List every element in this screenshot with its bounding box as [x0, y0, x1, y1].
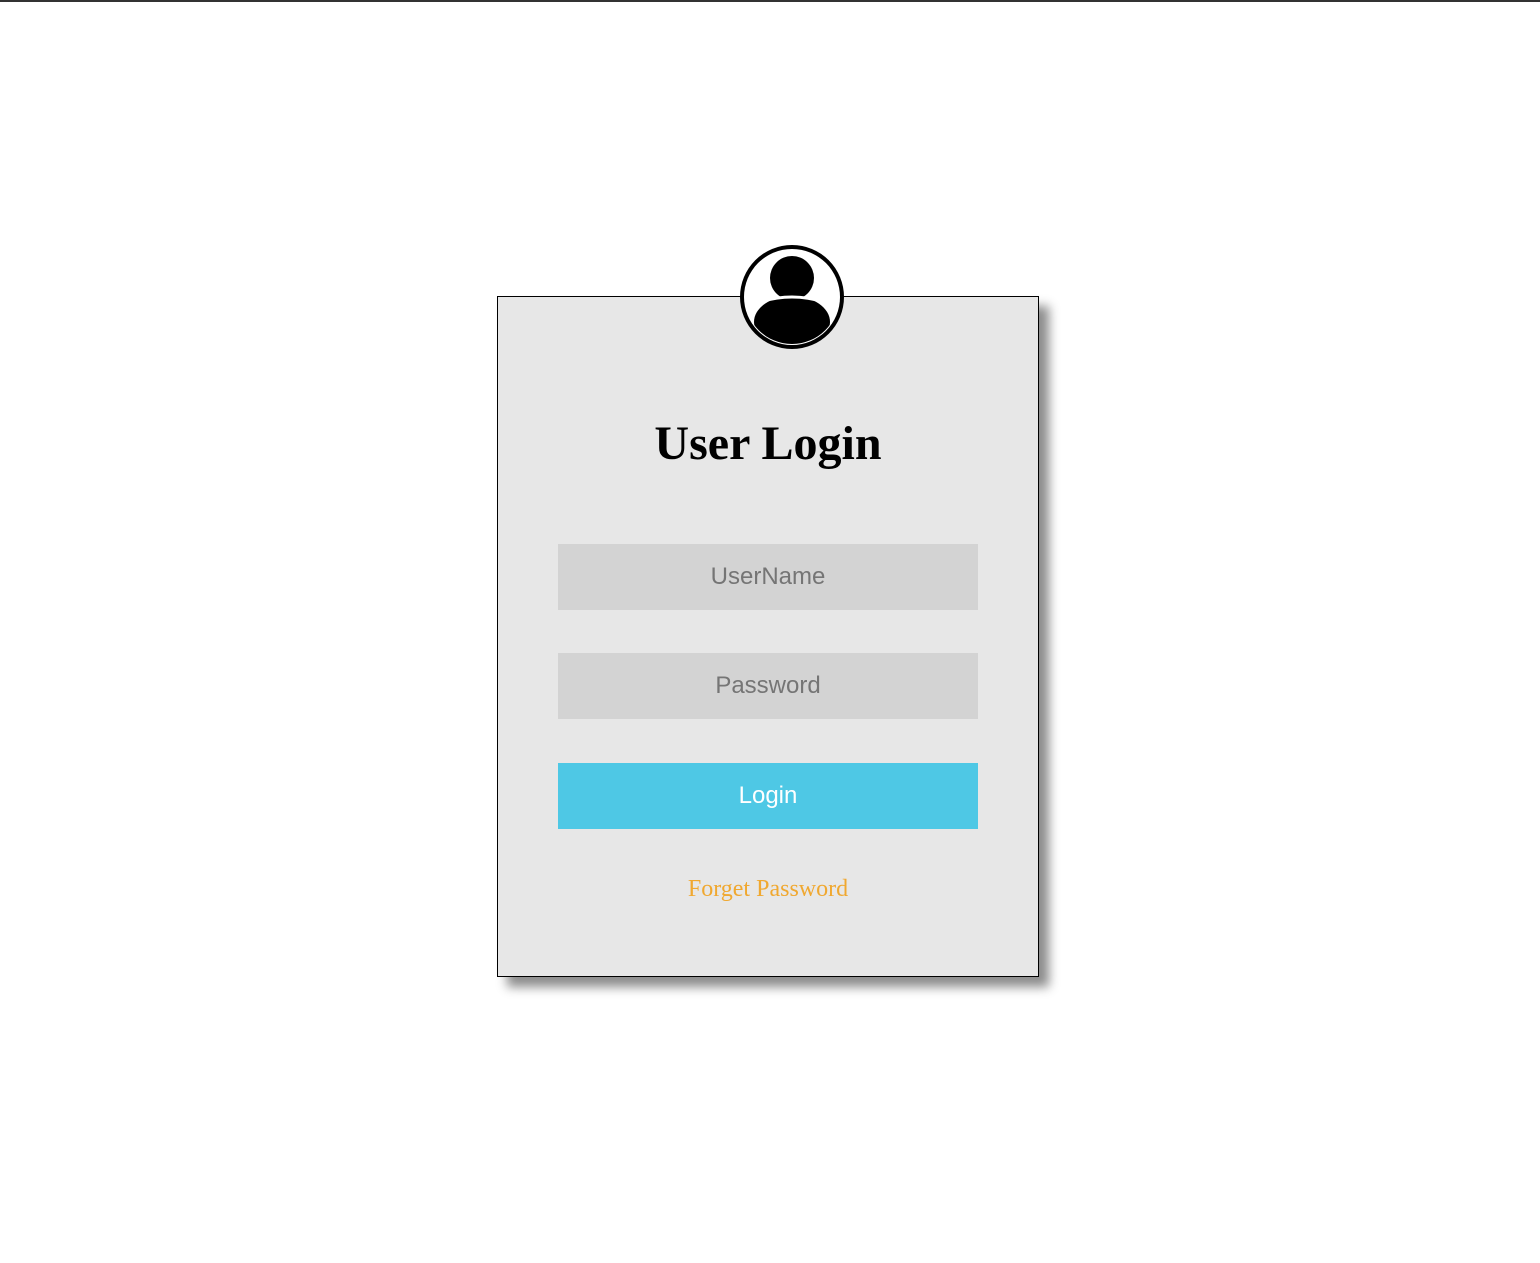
page-title: User Login — [654, 417, 882, 470]
password-input[interactable] — [558, 653, 978, 719]
user-circle-icon — [740, 245, 844, 349]
top-divider — [0, 0, 1540, 2]
username-input[interactable] — [558, 544, 978, 610]
login-card: User Login Login Forget Password — [497, 296, 1039, 977]
login-button[interactable]: Login — [558, 763, 978, 829]
forgot-password-link[interactable]: Forget Password — [498, 873, 1038, 905]
